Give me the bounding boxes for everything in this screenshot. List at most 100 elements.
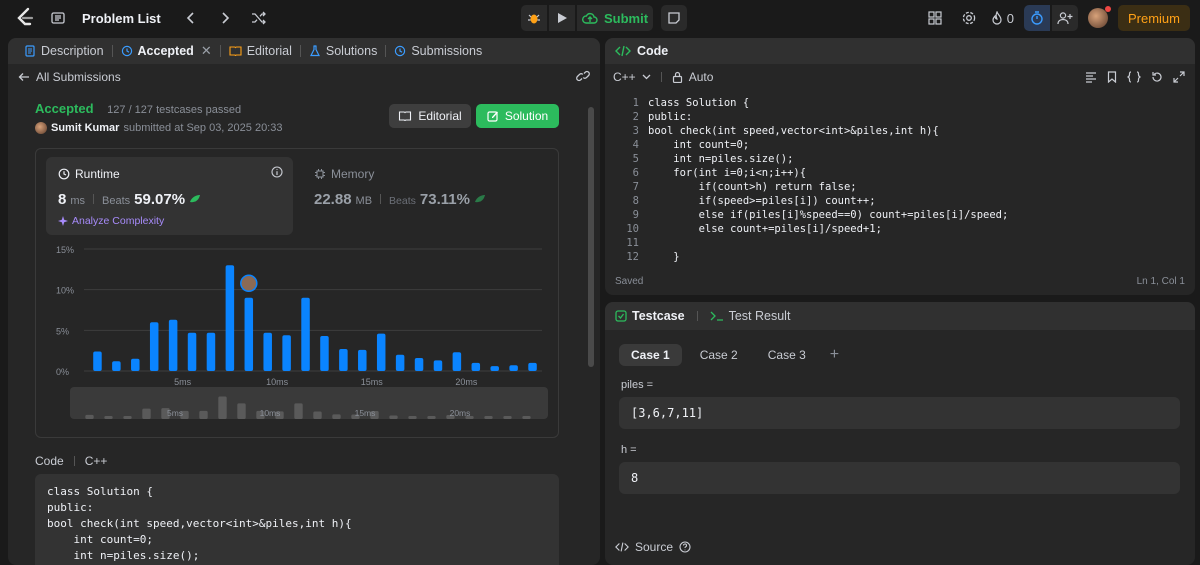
case-3-tab[interactable]: Case 3 (756, 344, 818, 366)
case-1-tab[interactable]: Case 1 (619, 344, 682, 366)
memory-unit: MB (355, 195, 373, 207)
var-label-h: h = (621, 444, 637, 456)
bookmark-icon[interactable] (1107, 71, 1117, 83)
premium-button[interactable]: Premium (1117, 5, 1190, 31)
chip-icon (315, 169, 325, 179)
help-icon[interactable] (679, 541, 691, 553)
add-case-icon[interactable]: + (830, 346, 839, 364)
runtime-unit: ms (70, 195, 86, 207)
submitted-at: submitted at Sep 03, 2025 20:33 (123, 122, 283, 134)
tab-editorial[interactable]: Editorial (221, 38, 300, 64)
debug-button[interactable] (521, 5, 547, 31)
var-label-piles: piles = (621, 379, 654, 391)
chart-bar[interactable] (149, 322, 159, 371)
chart-bar[interactable] (433, 360, 443, 371)
problem-list-link[interactable]: Problem List (82, 11, 161, 26)
code-editor[interactable]: 1 class Solution {2 public: 3 bool check(int… (605, 94, 1195, 266)
h-input[interactable]: 8 (619, 462, 1180, 494)
layout-icon[interactable] (923, 6, 947, 30)
chart-bar[interactable] (244, 297, 254, 371)
brush-bar (294, 403, 303, 419)
timer-button[interactable] (1023, 5, 1050, 31)
code-section-title: Code (35, 454, 64, 468)
tab-submissions[interactable]: Submissions (386, 38, 490, 64)
user-name[interactable]: Sumit Kumar (51, 122, 119, 134)
case-2-tab[interactable]: Case 2 (688, 344, 750, 366)
chart-bar[interactable] (452, 352, 462, 371)
all-submissions-link[interactable]: All Submissions (18, 70, 121, 84)
range-brush[interactable] (70, 387, 548, 419)
gear-icon[interactable] (957, 6, 981, 30)
run-button[interactable] (549, 5, 575, 31)
chart-bar[interactable] (528, 362, 537, 371)
chart-bar[interactable] (490, 366, 499, 371)
chart-bar[interactable] (225, 265, 235, 371)
saved-status: Saved (615, 275, 644, 287)
chart-bar[interactable] (509, 365, 518, 371)
solution-button[interactable]: Solution (476, 104, 559, 128)
y-tick-label: 15% (56, 245, 74, 255)
tab-testcase[interactable]: Testcase (615, 309, 685, 323)
x-tick-label: 15ms (361, 377, 384, 387)
avatar[interactable] (1087, 6, 1111, 28)
scrollbar[interactable] (588, 103, 594, 563)
runtime-distribution-chart[interactable]: 15% 10% 5% 0% 5ms 10ms 15ms 20ms 5ms 10ms 15ms 20ms (36, 237, 558, 432)
leetcode-logo[interactable] (14, 7, 36, 29)
tab-test-result[interactable]: Test Result (710, 309, 791, 323)
chart-bar[interactable] (263, 332, 272, 371)
brush-bar (484, 416, 493, 419)
editorial-button[interactable]: Editorial (389, 104, 471, 128)
chart-bar[interactable] (131, 358, 140, 371)
reset-icon[interactable] (1151, 71, 1163, 83)
expand-icon[interactable] (1173, 71, 1185, 83)
problem-list-icon[interactable] (46, 6, 70, 30)
chart-bar[interactable] (112, 361, 121, 371)
chart-bar[interactable] (471, 362, 481, 371)
chart-bar[interactable] (301, 297, 310, 371)
chart-bar[interactable] (414, 357, 424, 371)
tab-solutions[interactable]: Solutions (301, 38, 385, 64)
chevron-down-icon[interactable] (642, 74, 651, 80)
piles-input[interactable]: [3,6,7,11] (619, 397, 1180, 429)
chevron-left-icon[interactable] (179, 6, 203, 30)
line-number: 1 (632, 97, 639, 109)
submission-panel: Description Accepted ✕ Editorial Solutio… (8, 38, 600, 565)
close-icon[interactable]: ✕ (201, 43, 212, 59)
auto-mode[interactable]: Auto (689, 70, 714, 84)
braces-icon[interactable] (1127, 71, 1141, 83)
chevron-right-icon[interactable] (213, 6, 237, 30)
info-icon[interactable] (271, 166, 283, 181)
terminal-icon (710, 311, 723, 321)
chart-bar[interactable] (282, 335, 291, 371)
chart-bar[interactable] (339, 349, 348, 371)
chart-bar[interactable] (168, 319, 178, 371)
notes-button[interactable] (661, 5, 687, 31)
code-line: class Solution { (648, 97, 750, 109)
add-user-button[interactable] (1051, 5, 1078, 31)
analyze-complexity-link[interactable]: Analyze Complexity (58, 215, 164, 227)
chart-bar[interactable] (93, 351, 102, 371)
chart-bar[interactable] (395, 354, 405, 371)
tab-accepted[interactable]: Accepted ✕ (113, 38, 220, 64)
tab-label: Test Result (728, 309, 791, 323)
code-line: public: (47, 501, 94, 514)
tab-description[interactable]: Description (16, 38, 112, 64)
submitted-code[interactable]: class Solution {public: bool check(int sp… (35, 474, 559, 565)
submit-button[interactable]: Submit (577, 5, 653, 31)
format-icon[interactable] (1085, 71, 1097, 83)
brush-tick-label: 5ms (167, 408, 183, 418)
chart-bar[interactable] (187, 332, 197, 371)
language-select[interactable]: C++ (613, 70, 636, 84)
runtime-card[interactable]: Runtime 8 ms Beats 59.07% Analyze Comple… (46, 157, 293, 235)
streak-counter[interactable]: 0 (991, 11, 1014, 26)
link-icon[interactable] (576, 70, 590, 85)
x-tick-label: 20ms (455, 377, 478, 387)
chart-bar[interactable] (320, 336, 329, 371)
source-link[interactable]: Source (615, 540, 691, 554)
chart-bar[interactable] (376, 333, 386, 371)
chart-bar[interactable] (206, 332, 216, 371)
shuffle-icon[interactable] (247, 6, 271, 30)
arrow-left-icon (18, 73, 29, 81)
memory-card[interactable]: Memory (314, 167, 374, 181)
chart-bar[interactable] (358, 349, 367, 371)
